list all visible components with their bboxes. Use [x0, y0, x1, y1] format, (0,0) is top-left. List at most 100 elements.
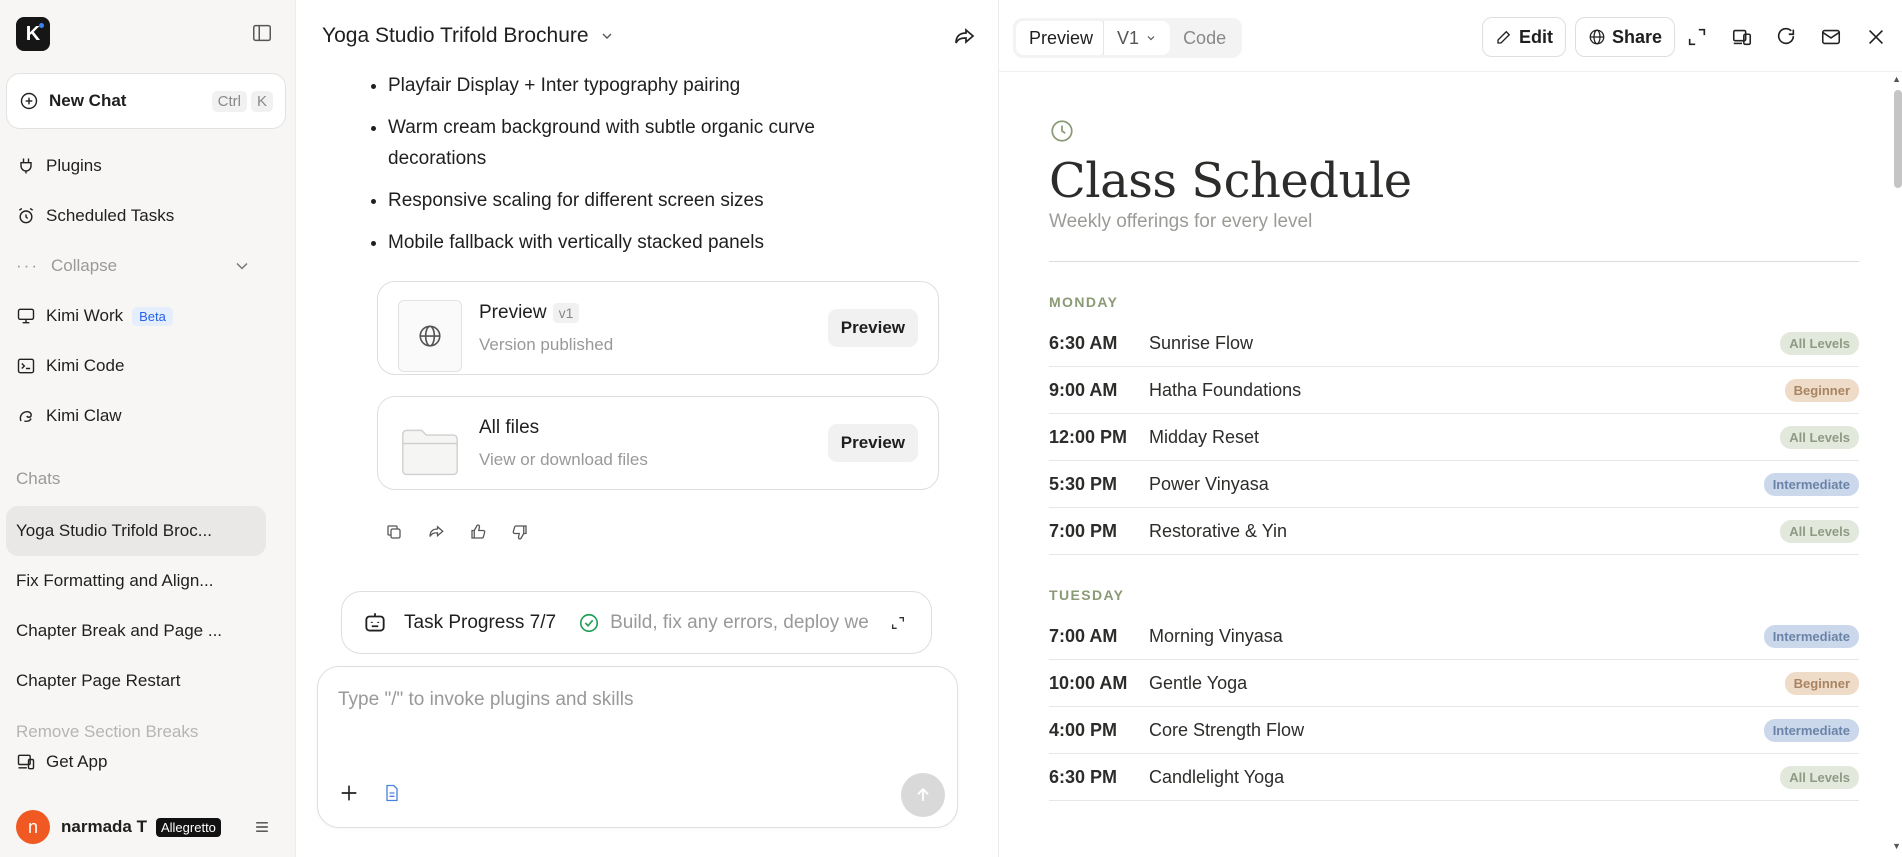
sidebar-item-kimi-work[interactable]: Kimi Work Beta [16, 301, 173, 331]
sidebar-item-label: Collapse [50, 256, 118, 275]
preview-panel: Preview V1 Code Edit Share ▲ ▼ Class Sch… [998, 0, 1902, 857]
shortcut-k: K [250, 90, 273, 112]
sidebar-item-collapse[interactable]: ··· Collapse [16, 251, 252, 281]
card-subtitle: View or download files [479, 450, 648, 469]
clock-icon [1051, 120, 1073, 142]
share-icon[interactable] [427, 523, 445, 541]
version-select[interactable]: V1 [1103, 21, 1171, 55]
send-button[interactable] [901, 773, 945, 817]
close-icon[interactable] [1865, 26, 1887, 48]
fullscreen-icon[interactable] [1686, 26, 1708, 48]
chat-history-item[interactable]: Remove Section Breaks [6, 718, 266, 746]
day-heading: MONDAY [1049, 294, 1119, 310]
plugin-icon [20, 158, 32, 174]
class-time: 4:00 PM [1049, 719, 1118, 740]
sidebar: K New Chat Ctrl K Plugins Scheduled Task… [0, 0, 296, 857]
class-row: 4:00 PM Core Strength Flow Intermediate [1049, 707, 1859, 754]
chevron-down-icon [1147, 36, 1155, 41]
scroll-up-arrow[interactable]: ▲ [1892, 74, 1901, 84]
sidebar-item-kimi-claw[interactable]: Kimi Claw [16, 401, 122, 431]
chat-history-item[interactable]: Chapter Break and Page ... [6, 606, 266, 656]
kimi-logo[interactable]: K [16, 17, 50, 51]
tab-code[interactable]: Code [1170, 21, 1239, 55]
card-subtitle: Version published [479, 335, 614, 354]
pencil-icon [1497, 30, 1511, 44]
chat-title-dropdown[interactable]: Yoga Studio Trifold Brochure [322, 24, 615, 48]
level-badge: Intermediate [1763, 624, 1859, 648]
sidebar-item-label: Scheduled Tasks [46, 206, 175, 225]
files-preview-button[interactable]: Preview [827, 424, 918, 462]
document-icon[interactable] [382, 783, 402, 803]
chat-history-item[interactable]: Chapter Page Restart [6, 656, 266, 706]
thumbs-down-icon[interactable] [511, 523, 529, 541]
plus-icon[interactable] [338, 782, 360, 804]
sidebar-item-plugins[interactable]: Plugins [16, 151, 102, 181]
composer-placeholder[interactable]: Type "/" to invoke plugins and skills [338, 689, 633, 711]
chat-history-item[interactable]: Fix Formatting and Align... [6, 556, 266, 606]
class-row: 6:30 PM Candlelight Yoga All Levels [1049, 754, 1859, 801]
files-card[interactable]: All files View or download files Preview [377, 396, 939, 490]
list-item: Responsive scaling for different screen … [388, 185, 908, 216]
globe-icon [1589, 29, 1605, 45]
sidebar-item-label: Kimi Claw [46, 406, 122, 425]
edit-button[interactable]: Edit [1482, 17, 1566, 57]
class-name: Gentle Yoga [1149, 672, 1248, 693]
day-section-monday: MONDAY 6:30 AM Sunrise Flow All Levels 9… [1049, 294, 1859, 555]
class-row: 6:30 AM Sunrise Flow All Levels [1049, 320, 1859, 367]
card-title: Preview [479, 302, 547, 323]
chevron-down-icon [236, 262, 248, 270]
logo-dot [39, 23, 44, 28]
chat-panel: Yoga Studio Trifold Brochure Playfair Di… [296, 0, 998, 857]
scrollbar-thumb[interactable] [1894, 90, 1902, 188]
copy-icon[interactable] [385, 523, 403, 541]
card-title-row: All files [479, 417, 539, 439]
message-composer[interactable]: Type "/" to invoke plugins and skills [317, 666, 958, 828]
sidebar-item-scheduled-tasks[interactable]: Scheduled Tasks [16, 201, 174, 231]
list-item: Mobile fallback with vertically stacked … [388, 227, 908, 258]
chevron-down-icon [602, 33, 612, 39]
share-button[interactable]: Share [1575, 17, 1676, 57]
class-row: 7:00 AM Morning Vinyasa Intermediate [1049, 613, 1859, 660]
class-name: Hatha Foundations [1149, 379, 1302, 400]
card-title: All files [479, 417, 540, 438]
task-description: Build, fix any errors, deploy we [610, 611, 869, 633]
class-name: Morning Vinyasa [1149, 625, 1283, 646]
preview-card[interactable]: Preview v1 Version published Preview [377, 281, 939, 375]
class-row: 9:00 AM Hatha Foundations Beginner [1049, 367, 1859, 414]
class-name: Restorative & Yin [1149, 520, 1288, 541]
task-progress-label: Task Progress 7/7 [404, 611, 557, 633]
class-time: 9:00 AM [1049, 379, 1118, 400]
class-name: Midday Reset [1149, 426, 1260, 447]
get-app-link[interactable]: Get App [16, 752, 107, 772]
class-time: 7:00 AM [1049, 625, 1118, 646]
edit-label: Edit [1519, 26, 1553, 47]
terminal-icon [17, 358, 35, 374]
preview-button[interactable]: Preview [827, 309, 918, 347]
user-name: narmada T [61, 817, 147, 836]
day-heading: TUESDAY [1049, 587, 1125, 603]
class-time: 6:30 AM [1049, 332, 1118, 353]
sidebar-toggle-icon[interactable] [251, 22, 273, 44]
sidebar-item-kimi-code[interactable]: Kimi Code [16, 351, 124, 381]
claw-icon [19, 410, 32, 423]
level-badge: All Levels [1780, 765, 1859, 789]
card-title-row: Preview v1 [479, 302, 580, 324]
beta-badge: Beta [132, 306, 173, 326]
tab-preview[interactable]: Preview [1016, 21, 1107, 55]
device-preview-icon[interactable] [1731, 26, 1753, 48]
expand-icon[interactable] [890, 615, 906, 631]
class-name: Power Vinyasa [1149, 473, 1269, 494]
list-item: Playfair Display + Inter typography pair… [388, 70, 908, 101]
menu-icon[interactable] [252, 817, 272, 837]
task-progress-bar[interactable]: Task Progress 7/7 Build, fix any errors,… [341, 591, 932, 654]
mail-icon[interactable] [1820, 26, 1842, 48]
chat-history-item[interactable]: Yoga Studio Trifold Broc... [6, 506, 266, 556]
refresh-icon[interactable] [1775, 26, 1797, 48]
user-profile[interactable]: n narmada T Allegretto [16, 810, 272, 844]
new-chat-button[interactable]: New Chat Ctrl K [6, 73, 286, 129]
scroll-down-arrow[interactable]: ▼ [1892, 841, 1901, 851]
thumbs-up-icon[interactable] [469, 523, 487, 541]
arrow-up-icon [917, 787, 929, 801]
share-icon[interactable] [952, 25, 976, 49]
page-subtitle: Weekly offerings for every level [1049, 211, 1313, 232]
